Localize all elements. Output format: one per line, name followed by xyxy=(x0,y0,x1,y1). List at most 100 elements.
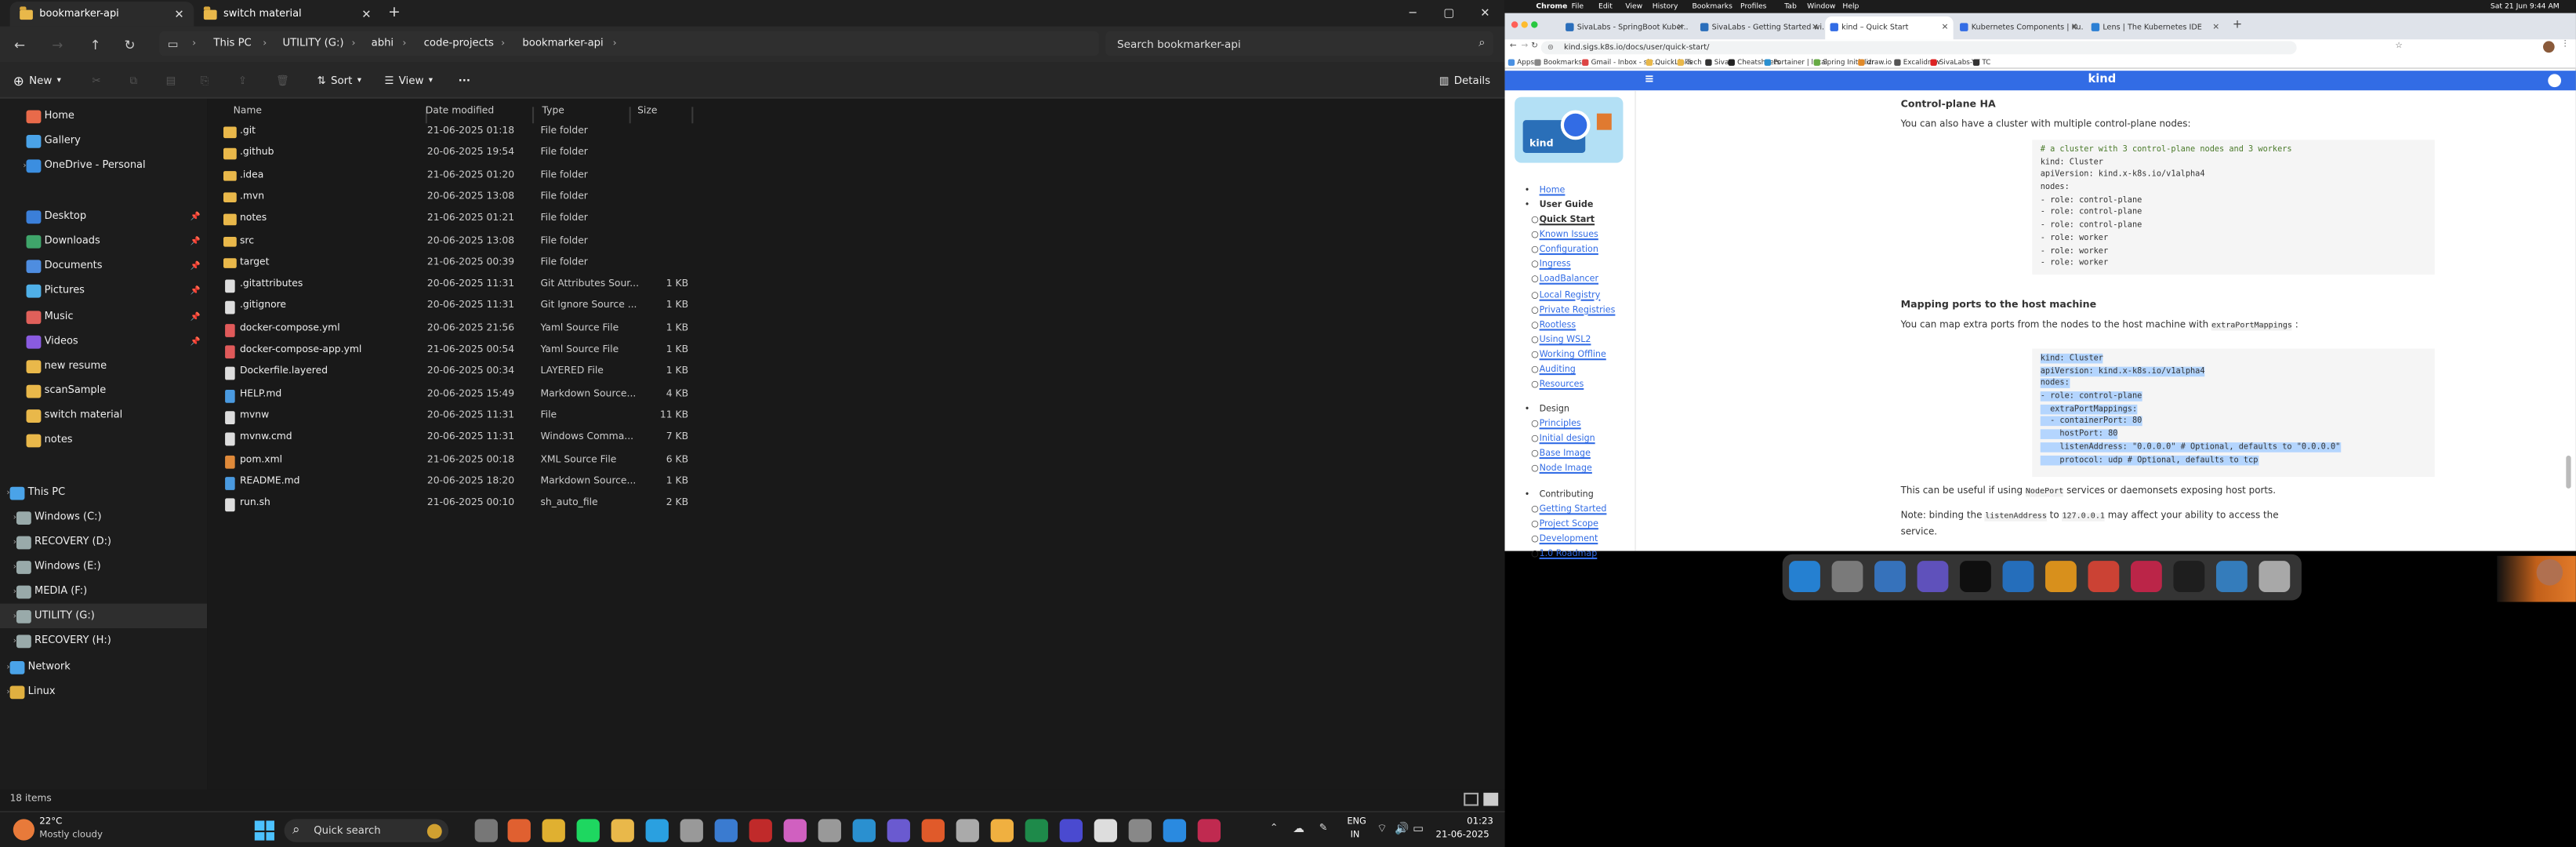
close-tab-icon[interactable]: ✕ xyxy=(1942,23,1949,33)
maximize-button[interactable]: ▢ xyxy=(1431,0,1467,27)
clock-time[interactable]: 01:23 xyxy=(1454,817,1493,827)
star-icon[interactable]: ☆ xyxy=(2395,41,2402,51)
taskbar-search[interactable]: ⌕ Quick search xyxy=(284,819,449,842)
dash-icon[interactable] xyxy=(956,819,979,842)
dock-app-icon[interactable] xyxy=(2130,561,2162,592)
file-row[interactable]: target 21-06-2025 00:39 File folder xyxy=(219,255,695,276)
chrome-active-icon[interactable] xyxy=(990,819,1014,842)
nav-item-documents[interactable]: Documents 📌 xyxy=(0,253,207,278)
chrome-tab-sivalabs-getting-started-wi[interactable]: SivaLabs - Getting Started wi... ✕ xyxy=(1696,16,1823,39)
column-header-date[interactable]: Date modified xyxy=(419,107,535,124)
nav-item-new-resume[interactable]: new resume xyxy=(0,354,207,378)
column-header-type[interactable]: Type xyxy=(535,107,631,124)
nav-item-desktop[interactable]: Desktop 📌 xyxy=(0,204,207,228)
close-tab-icon[interactable]: ✕ xyxy=(2212,23,2219,33)
forward-arrow-icon[interactable]: → xyxy=(1522,41,1529,51)
code-block-ha[interactable]: # a cluster with 3 control-plane nodes a… xyxy=(2032,140,2435,275)
brave-icon[interactable] xyxy=(921,819,945,842)
sidebar-link-getting-started[interactable]: Getting Started xyxy=(1540,505,1607,515)
search-input[interactable]: Search bookmarker-api ⌕ xyxy=(1105,31,1493,56)
forward-arrow-icon[interactable]: → xyxy=(48,35,67,54)
sidebar-section-user-guide[interactable]: User Guide xyxy=(1540,201,1594,211)
breadcrumb-utility-g[interactable]: UTILITY (G:) xyxy=(282,31,343,56)
photos-icon[interactable] xyxy=(783,819,807,842)
explorer-tab-bookmarker-api[interactable]: bookmarker-api ✕ xyxy=(9,2,194,27)
app-icon[interactable] xyxy=(680,819,703,842)
explorer-tab-switch-material[interactable]: switch material ✕ xyxy=(194,2,381,26)
sidebar-link-principles[interactable]: Principles xyxy=(1540,420,1581,430)
nav-item-music[interactable]: Music 📌 xyxy=(0,304,207,329)
kebab-menu-icon[interactable]: ⋮ xyxy=(2561,39,2569,49)
file-row[interactable]: docker-compose.yml 20-06-2025 21:56 Yaml S… xyxy=(219,320,695,341)
file-row[interactable]: mvnw 20-06-2025 11:31 File 11 KB xyxy=(219,408,695,429)
file-row[interactable]: .gitattributes 20-06-2025 11:31 Git Attrib… xyxy=(219,277,695,298)
close-tab-icon[interactable]: ✕ xyxy=(1812,23,1819,33)
profile-avatar[interactable] xyxy=(2542,41,2555,53)
sidebar-link-known-issues[interactable]: Known Issues xyxy=(1540,231,1598,241)
dock-app-icon[interactable] xyxy=(1874,561,1906,592)
clock-date[interactable]: 21-06-2025 xyxy=(1436,831,1489,841)
sidebar-link-using-wsl2[interactable]: Using WSL2 xyxy=(1540,335,1591,345)
nav-item-utility-g[interactable]: › UTILITY (G:) xyxy=(0,603,208,629)
cloud-icon[interactable]: ☁ xyxy=(1293,823,1304,836)
file-row[interactable]: .github 20-06-2025 19:54 File folder xyxy=(219,145,695,166)
minimize-button[interactable]: ─ xyxy=(1395,0,1431,27)
nav-item-this-pc[interactable]: › This PC xyxy=(0,480,207,504)
nav-item-linux[interactable]: › Linux xyxy=(0,679,207,703)
bookmark-siva[interactable]: Siva xyxy=(1705,57,1729,66)
file-row[interactable]: notes 21-06-2025 01:21 File folder xyxy=(219,211,695,232)
back-arrow-icon[interactable]: ← xyxy=(10,35,30,54)
battery-icon[interactable]: ▭ xyxy=(1413,823,1424,836)
file-row[interactable]: HELP.md 20-06-2025 15:49 Markdown Source..… xyxy=(219,386,695,407)
sidebar-link-1-0-roadmap[interactable]: 1.0 Roadmap xyxy=(1540,550,1598,560)
zoom-window-icon[interactable] xyxy=(1531,21,1538,28)
nav-item-onedrive-personal[interactable]: › OneDrive - Personal xyxy=(0,153,207,177)
dock-app-icon[interactable] xyxy=(2045,561,2077,592)
refresh-icon[interactable]: ↻ xyxy=(120,35,140,54)
minimize-window-icon[interactable] xyxy=(1521,21,1528,28)
discord-icon[interactable] xyxy=(1059,819,1083,842)
site-title[interactable]: kind xyxy=(2088,72,2117,85)
file-row[interactable]: .git 21-06-2025 01:18 File folder xyxy=(219,123,695,144)
notepad-icon[interactable] xyxy=(1094,819,1118,842)
dock-app-icon[interactable] xyxy=(2215,561,2248,592)
dock-app-icon[interactable] xyxy=(2259,561,2291,592)
terminal-icon[interactable] xyxy=(1128,819,1152,842)
mac-menu-window[interactable]: Window xyxy=(1807,2,1835,10)
nav-item-media-f[interactable]: › MEDIA (F:) xyxy=(0,579,207,603)
spotify-icon[interactable] xyxy=(576,819,600,842)
chrome-icon[interactable] xyxy=(542,819,565,842)
close-window-button[interactable]: ✕ xyxy=(1467,0,1503,27)
breadcrumb-code-projects[interactable]: code-projects xyxy=(424,31,494,56)
sidebar-link-working-offline[interactable]: Working Offline xyxy=(1540,350,1606,360)
teams-meeting-icon[interactable] xyxy=(1163,819,1187,842)
nav-item-network[interactable]: › Network xyxy=(0,655,207,679)
nav-item-windows-c[interactable]: › Windows (C:) xyxy=(0,505,207,529)
bookmark-tech[interactable]: Tech xyxy=(1677,57,1702,66)
breadcrumb-abhi[interactable]: abhi xyxy=(372,31,394,56)
chrome-tab-kind-quick-start[interactable]: kind – Quick Start ✕ xyxy=(1825,16,1954,40)
weather-icon[interactable] xyxy=(13,819,35,841)
chevron-up-icon[interactable]: ⌃ xyxy=(1270,823,1279,834)
scrollbar-thumb[interactable] xyxy=(2566,455,2571,489)
store-icon[interactable] xyxy=(714,819,738,842)
details-button[interactable]: ▥ Details xyxy=(1439,71,1490,90)
camera-icon[interactable] xyxy=(818,819,841,842)
folder-icon[interactable] xyxy=(611,819,634,842)
edge-icon[interactable] xyxy=(852,819,876,842)
language-region[interactable]: IN xyxy=(1351,831,1360,841)
file-row[interactable]: Dockerfile.layered 20-06-2025 00:34 LAYERE… xyxy=(219,364,695,385)
up-arrow-icon[interactable]: ↑ xyxy=(85,35,105,54)
mac-menu-edit[interactable]: Edit xyxy=(1598,2,1613,10)
teams-icon[interactable] xyxy=(887,819,910,842)
excel-icon[interactable] xyxy=(1025,819,1048,842)
sidebar-link-resources[interactable]: Resources xyxy=(1540,380,1584,391)
nav-item-videos[interactable]: Videos 📌 xyxy=(0,329,207,353)
reload-icon[interactable]: ↻ xyxy=(1531,41,1538,51)
kind-logo[interactable]: kind xyxy=(1515,96,1624,163)
hamburger-icon[interactable]: ≡ xyxy=(1645,72,1654,85)
sidebar-link-development[interactable]: Development xyxy=(1540,535,1598,545)
sidebar-link-base-image[interactable]: Base Image xyxy=(1540,449,1591,460)
file-row[interactable]: .gitignore 20-06-2025 11:31 Git Ignore Sou… xyxy=(219,298,695,319)
nav-item-windows-e[interactable]: › Windows (E:) xyxy=(0,554,207,579)
